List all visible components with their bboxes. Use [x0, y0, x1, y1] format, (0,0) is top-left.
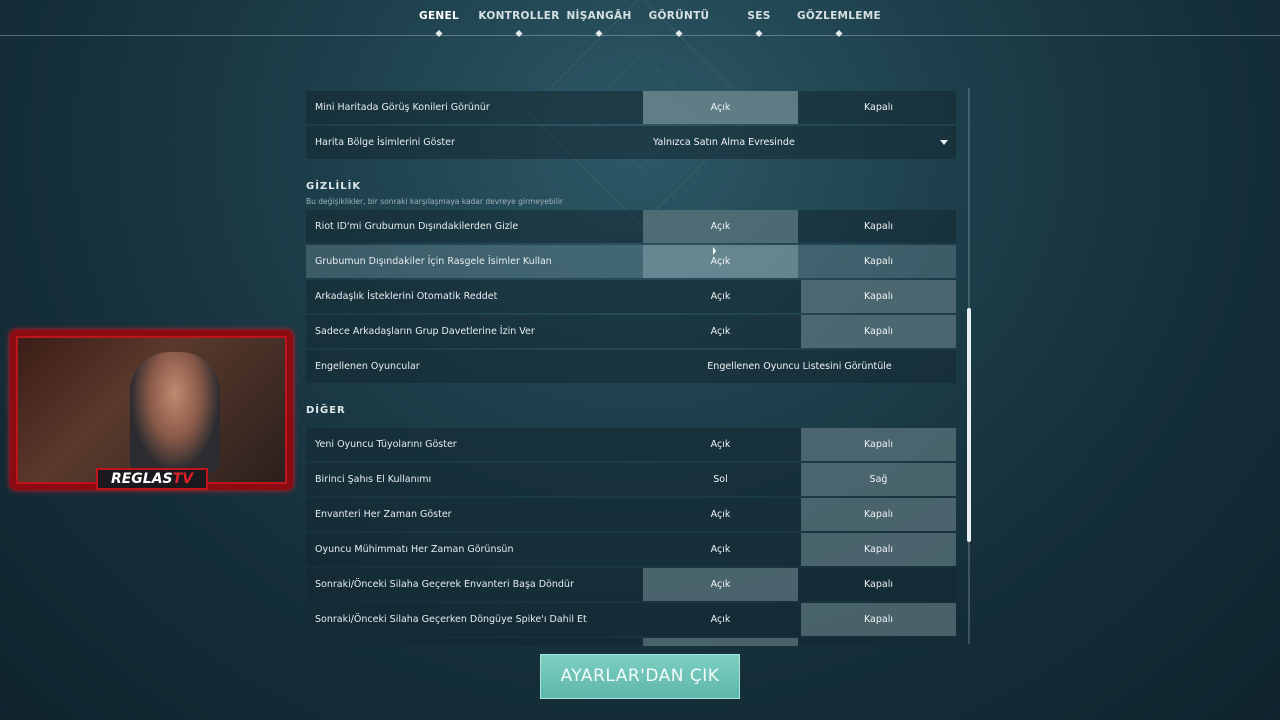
- tab-nisangah[interactable]: NİŞANGÂH: [566, 10, 631, 22]
- tab-ses[interactable]: SES: [747, 10, 770, 22]
- option-kapali-button[interactable]: Kapalı: [801, 428, 956, 461]
- view-blocked-list-button[interactable]: Engellenen Oyuncu Listesini Görüntüle: [643, 350, 956, 383]
- option-sol-button[interactable]: Sol: [643, 463, 798, 496]
- settings-list[interactable]: Mini Haritada Görüş Konileri Görünür Açı…: [306, 88, 956, 646]
- option-acik-button[interactable]: Açık: [643, 498, 798, 531]
- setting-label: Sonraki/Önceki Silaha Geçerken Döngüye S…: [315, 614, 587, 625]
- section-title-other: DİĞER: [306, 405, 346, 416]
- option-sag-button[interactable]: Sağ: [801, 463, 956, 496]
- exit-settings-button[interactable]: AYARLAR'DAN ÇIK: [540, 654, 740, 699]
- setting-row: Sonraki/Önceki Silaha Geçerek Envanteri …: [306, 568, 956, 601]
- dropdown-value: Yalnızca Satın Alma Evresinde: [653, 137, 795, 148]
- setting-label: Oyuncu Mühimmatı Her Zaman Görünsün: [315, 544, 514, 555]
- section-title-privacy: GİZLİLİK: [306, 181, 362, 192]
- option-kapali-button[interactable]: Kapalı: [801, 280, 956, 313]
- tab-goruntu[interactable]: GÖRÜNTÜ: [649, 10, 710, 22]
- setting-label: Grubumun Dışındakiler İçin Rasgele İsiml…: [315, 256, 552, 267]
- mouse-cursor-icon: [713, 247, 716, 255]
- option-kapali-button[interactable]: Kapalı: [801, 533, 956, 566]
- option-acik-button[interactable]: Açık: [643, 210, 798, 243]
- settings-tab-bar: GENEL KONTROLLER NİŞANGÂH GÖRÜNTÜ SES GÖ…: [0, 0, 1280, 38]
- setting-row: Sadece Arkadaşların Grup Davetlerine İzi…: [306, 315, 956, 348]
- setting-label: Envanteri Her Zaman Göster: [315, 509, 452, 520]
- setting-label: Engellenen Oyuncular: [315, 361, 420, 372]
- setting-row: Riot ID'mi Grubumun Dışındakilerden Gizl…: [306, 210, 956, 243]
- section-subtitle-privacy: Bu değişiklikler, bir sonraki karşılaşma…: [306, 197, 564, 206]
- setting-row: Envanteri Her Zaman Göster Açık Kapalı: [306, 498, 956, 531]
- webcam-overlay: REGLASTV: [10, 330, 293, 490]
- tab-indicator-kontroller: [515, 29, 523, 38]
- tab-genel[interactable]: GENEL: [419, 10, 459, 22]
- setting-row: Mini Haritada Görüş Konileri Görünür Açı…: [306, 91, 956, 124]
- setting-row: Grubumun Dışındakiler İçin Rasgele İsiml…: [306, 245, 956, 278]
- setting-row: Arkadaşlık İsteklerini Otomatik Reddet A…: [306, 280, 956, 313]
- option-acik-button[interactable]: Açık: [643, 315, 798, 348]
- setting-label: Yeni Oyuncu Tüyolarını Göster: [315, 439, 457, 450]
- tab-indicator-nisangah: [595, 29, 603, 38]
- option-kapali-button[interactable]: Kapalı: [801, 498, 956, 531]
- setting-row: Sonraki/Önceki Silaha Geçerken Döngüye S…: [306, 603, 956, 636]
- chevron-down-icon: [940, 140, 948, 145]
- tab-indicator-goruntu: [675, 29, 683, 38]
- streamer-image: [130, 352, 220, 472]
- option-acik-button[interactable]: Açık: [643, 533, 798, 566]
- setting-label: Sadece Arkadaşların Grup Davetlerine İzi…: [315, 326, 535, 337]
- option-acik-button[interactable]: Açık: [643, 280, 798, 313]
- stream-logo: REGLASTV: [96, 468, 208, 490]
- tab-indicator-genel: [435, 29, 443, 38]
- setting-row: Birinci Şahıs El Kullanımı Sol Sağ: [306, 463, 956, 496]
- setting-label: Sonraki/Önceki Silaha Geçerek Envanteri …: [315, 579, 574, 590]
- option-kapali-button[interactable]: Kapalı: [801, 245, 956, 278]
- option-kapali-button[interactable]: Kapalı: [801, 568, 956, 601]
- option-acik-button[interactable]: Açık: [643, 245, 798, 278]
- tab-indicator-ses: [755, 29, 763, 38]
- tab-kontroller[interactable]: KONTROLLER: [478, 10, 559, 22]
- scrollbar-thumb[interactable]: [967, 308, 971, 542]
- setting-label: Arkadaşlık İsteklerini Otomatik Reddet: [315, 291, 498, 302]
- setting-row-partial: [306, 638, 956, 646]
- option-partial: [643, 638, 798, 646]
- option-kapali-button[interactable]: Kapalı: [801, 210, 956, 243]
- setting-row: Oyuncu Mühimmatı Her Zaman Görünsün Açık…: [306, 533, 956, 566]
- option-acik-button[interactable]: Açık: [643, 568, 798, 601]
- setting-row: Yeni Oyuncu Tüyolarını Göster Açık Kapal…: [306, 428, 956, 461]
- setting-row: Harita Bölge İsimlerini Göster Yalnızca …: [306, 126, 956, 159]
- setting-label: Mini Haritada Görüş Konileri Görünür: [315, 102, 490, 113]
- tab-gozlemleme[interactable]: GÖZLEMLEME: [797, 10, 881, 22]
- option-acik-button[interactable]: Açık: [643, 428, 798, 461]
- tab-indicator-gozlemleme: [835, 29, 843, 38]
- logo-text-main: REGLAS: [110, 471, 173, 487]
- option-kapali-button[interactable]: Kapalı: [801, 603, 956, 636]
- setting-label: Harita Bölge İsimlerini Göster: [315, 137, 455, 148]
- setting-row: Engellenen Oyuncular Engellenen Oyuncu L…: [306, 350, 956, 383]
- region-names-dropdown[interactable]: Yalnızca Satın Alma Evresinde: [643, 126, 956, 159]
- option-kapali-button[interactable]: Kapalı: [801, 315, 956, 348]
- option-acik-button[interactable]: Açık: [643, 91, 798, 124]
- setting-label: Birinci Şahıs El Kullanımı: [315, 474, 432, 485]
- logo-text-tv: TV: [172, 471, 194, 487]
- option-acik-button[interactable]: Açık: [643, 603, 798, 636]
- option-kapali-button[interactable]: Kapalı: [801, 91, 956, 124]
- setting-label: Riot ID'mi Grubumun Dışındakilerden Gizl…: [315, 221, 519, 232]
